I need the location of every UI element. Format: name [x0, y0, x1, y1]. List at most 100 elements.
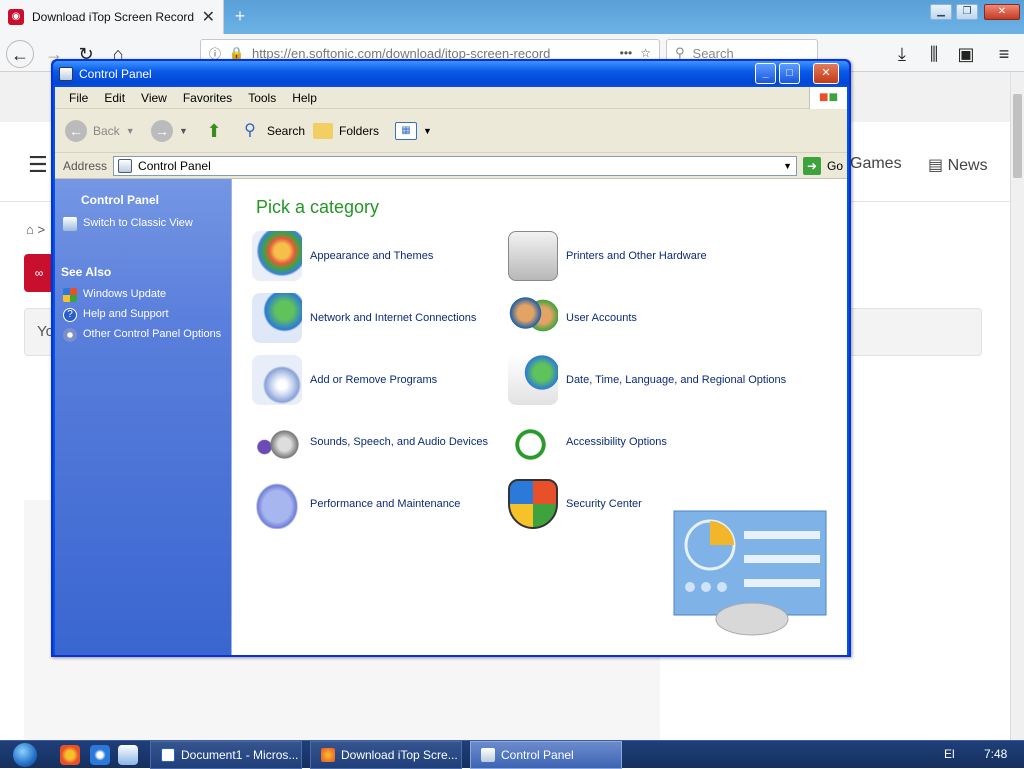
category-printers[interactable]: Printers and Other Hardware — [508, 231, 808, 281]
cp-title: Control Panel — [79, 67, 152, 81]
category-sounds[interactable]: Sounds, Speech, and Audio Devices — [252, 417, 512, 467]
search-label: Search — [267, 124, 306, 138]
menu-file[interactable]: File — [61, 91, 96, 105]
up-folder-icon: ⬆ — [206, 121, 222, 141]
forward-dropdown-icon[interactable]: ▼ — [179, 126, 188, 136]
go-button[interactable]: ➜ Go — [803, 156, 844, 175]
minimize-button[interactable]: ▁ — [930, 4, 952, 20]
category-label: Accessibility Options — [566, 435, 667, 448]
windows-logo-icon: ■■ — [809, 87, 847, 109]
close-tab-icon[interactable]: ✕ — [202, 7, 215, 27]
back-label: Back — [93, 124, 120, 138]
browser-tab-title: Download iTop Screen Recorder — [32, 10, 194, 24]
menu-view[interactable]: View — [133, 91, 175, 105]
help-icon: ? — [63, 308, 77, 322]
cp-titlebar[interactable]: Control Panel — [53, 61, 849, 87]
task-firefox[interactable]: Download iTop Scre... — [310, 741, 462, 769]
windows-update-label: Windows Update — [83, 288, 167, 300]
forward-arrow-icon: → — [151, 120, 173, 142]
see-also-header: See Also — [61, 265, 112, 279]
clock[interactable]: 7:48 — [984, 747, 1007, 761]
category-user-accounts[interactable]: User Accounts — [508, 293, 808, 343]
hamburger-icon[interactable]: ☰ — [28, 152, 48, 178]
control-panel-window: Control Panel _ □ ✕ File Edit View Favor… — [51, 59, 851, 657]
control-panel-icon — [59, 67, 73, 81]
up-button[interactable]: ⬆ — [203, 117, 225, 145]
menu-icon[interactable]: ≡ — [990, 40, 1018, 68]
switch-classic-view-link[interactable]: Switch to Classic View — [63, 217, 193, 231]
back-dropdown-icon[interactable]: ▼ — [126, 126, 135, 136]
category-label: Add or Remove Programs — [310, 373, 438, 386]
cp-minimize-button[interactable]: _ — [755, 63, 776, 84]
security-shield-icon — [508, 479, 558, 529]
quicklaunch-app-icon[interactable] — [60, 745, 80, 765]
back-button[interactable]: ← Back ▼ — [65, 117, 135, 145]
other-options-link[interactable]: Other Control Panel Options — [63, 328, 221, 342]
nav-news-link[interactable]: ▤ News — [928, 155, 988, 175]
network-globe-icon — [252, 293, 302, 343]
add-remove-programs-icon — [252, 355, 302, 405]
date-time-globe-icon — [508, 355, 558, 405]
control-panel-watermark-icon — [673, 510, 827, 636]
more-icon[interactable]: ••• — [620, 46, 633, 60]
task-control-panel[interactable]: Control Panel — [470, 741, 622, 769]
category-performance[interactable]: Performance and Maintenance — [252, 479, 492, 529]
printer-icon — [508, 231, 558, 281]
bookmark-star-icon[interactable]: ☆ — [640, 46, 651, 60]
address-bar: Address Control Panel ▼ ➜ Go — [55, 153, 847, 179]
control-panel-icon — [118, 158, 133, 173]
search-icon: ⚲ — [244, 122, 256, 139]
task-document1[interactable]: Document1 - Micros... — [150, 741, 302, 769]
breadcrumb-home-icon[interactable]: ⌂ > — [26, 222, 45, 237]
gear-icon — [63, 328, 77, 342]
menu-favorites[interactable]: Favorites — [175, 91, 240, 105]
windows-orb-icon — [13, 743, 37, 767]
search-button[interactable]: ⚲ Search — [239, 117, 305, 145]
category-appearance[interactable]: Appearance and Themes — [252, 231, 492, 281]
task-label: Control Panel — [501, 748, 574, 762]
browser-tab[interactable]: ◉ Download iTop Screen Recorder ✕ — [0, 0, 224, 34]
forward-button[interactable]: → ▼ — [151, 117, 188, 145]
category-network[interactable]: Network and Internet Connections — [252, 293, 512, 343]
cp-maximize-button[interactable]: □ — [779, 63, 800, 84]
download-icon[interactable]: ⤓ — [888, 40, 916, 68]
folder-icon — [313, 123, 333, 139]
views-dropdown-icon: ▼ — [423, 126, 432, 136]
close-button[interactable]: ✕ — [984, 4, 1020, 20]
itop-favicon-icon: ◉ — [8, 9, 24, 25]
help-support-link[interactable]: ? Help and Support — [63, 308, 169, 322]
browser-tab-bar: ◉ Download iTop Screen Recorder ✕ + ▁ ❐ … — [0, 0, 1024, 34]
switch-classic-view-label: Switch to Classic View — [83, 217, 193, 229]
address-field[interactable]: Control Panel ▼ — [113, 155, 798, 176]
category-date-time[interactable]: Date, Time, Language, and Regional Optio… — [508, 355, 808, 405]
category-label: Sounds, Speech, and Audio Devices — [310, 435, 488, 448]
restore-button[interactable]: ❐ — [956, 4, 978, 20]
language-indicator[interactable]: El — [944, 747, 955, 761]
new-tab-icon[interactable]: + — [228, 4, 252, 28]
back-arrow-icon: ← — [65, 120, 87, 142]
nav-news-label: News — [947, 157, 988, 174]
quicklaunch-desktop-icon[interactable] — [118, 745, 138, 765]
category-pane: Pick a category Appearance and Themes Pr… — [231, 179, 847, 655]
start-button[interactable] — [8, 741, 42, 769]
cp-close-button[interactable]: ✕ — [813, 63, 839, 84]
nav-games-link[interactable]: Games — [850, 155, 902, 173]
views-icon: ▦ — [395, 122, 417, 140]
windows-update-link[interactable]: Windows Update — [63, 288, 166, 302]
back-arrow-icon[interactable]: ← — [6, 40, 34, 68]
scrollbar-thumb[interactable] — [1013, 94, 1022, 178]
address-dropdown-icon[interactable]: ▼ — [783, 161, 792, 171]
go-label: Go — [827, 158, 844, 173]
internet-explorer-icon[interactable] — [90, 745, 110, 765]
sidebar-icon[interactable]: ▣ — [952, 40, 980, 68]
other-options-label: Other Control Panel Options — [83, 328, 222, 340]
menu-edit[interactable]: Edit — [96, 91, 133, 105]
views-button[interactable]: ▦ ▼ — [395, 117, 432, 145]
category-accessibility[interactable]: Accessibility Options — [508, 417, 808, 467]
menu-tools[interactable]: Tools — [240, 91, 284, 105]
library-icon[interactable]: ⫼ — [920, 40, 948, 68]
menu-help[interactable]: Help — [284, 91, 325, 105]
category-add-remove[interactable]: Add or Remove Programs — [252, 355, 492, 405]
folders-button[interactable]: Folders — [313, 117, 379, 145]
page-scrollbar[interactable] — [1010, 72, 1024, 740]
